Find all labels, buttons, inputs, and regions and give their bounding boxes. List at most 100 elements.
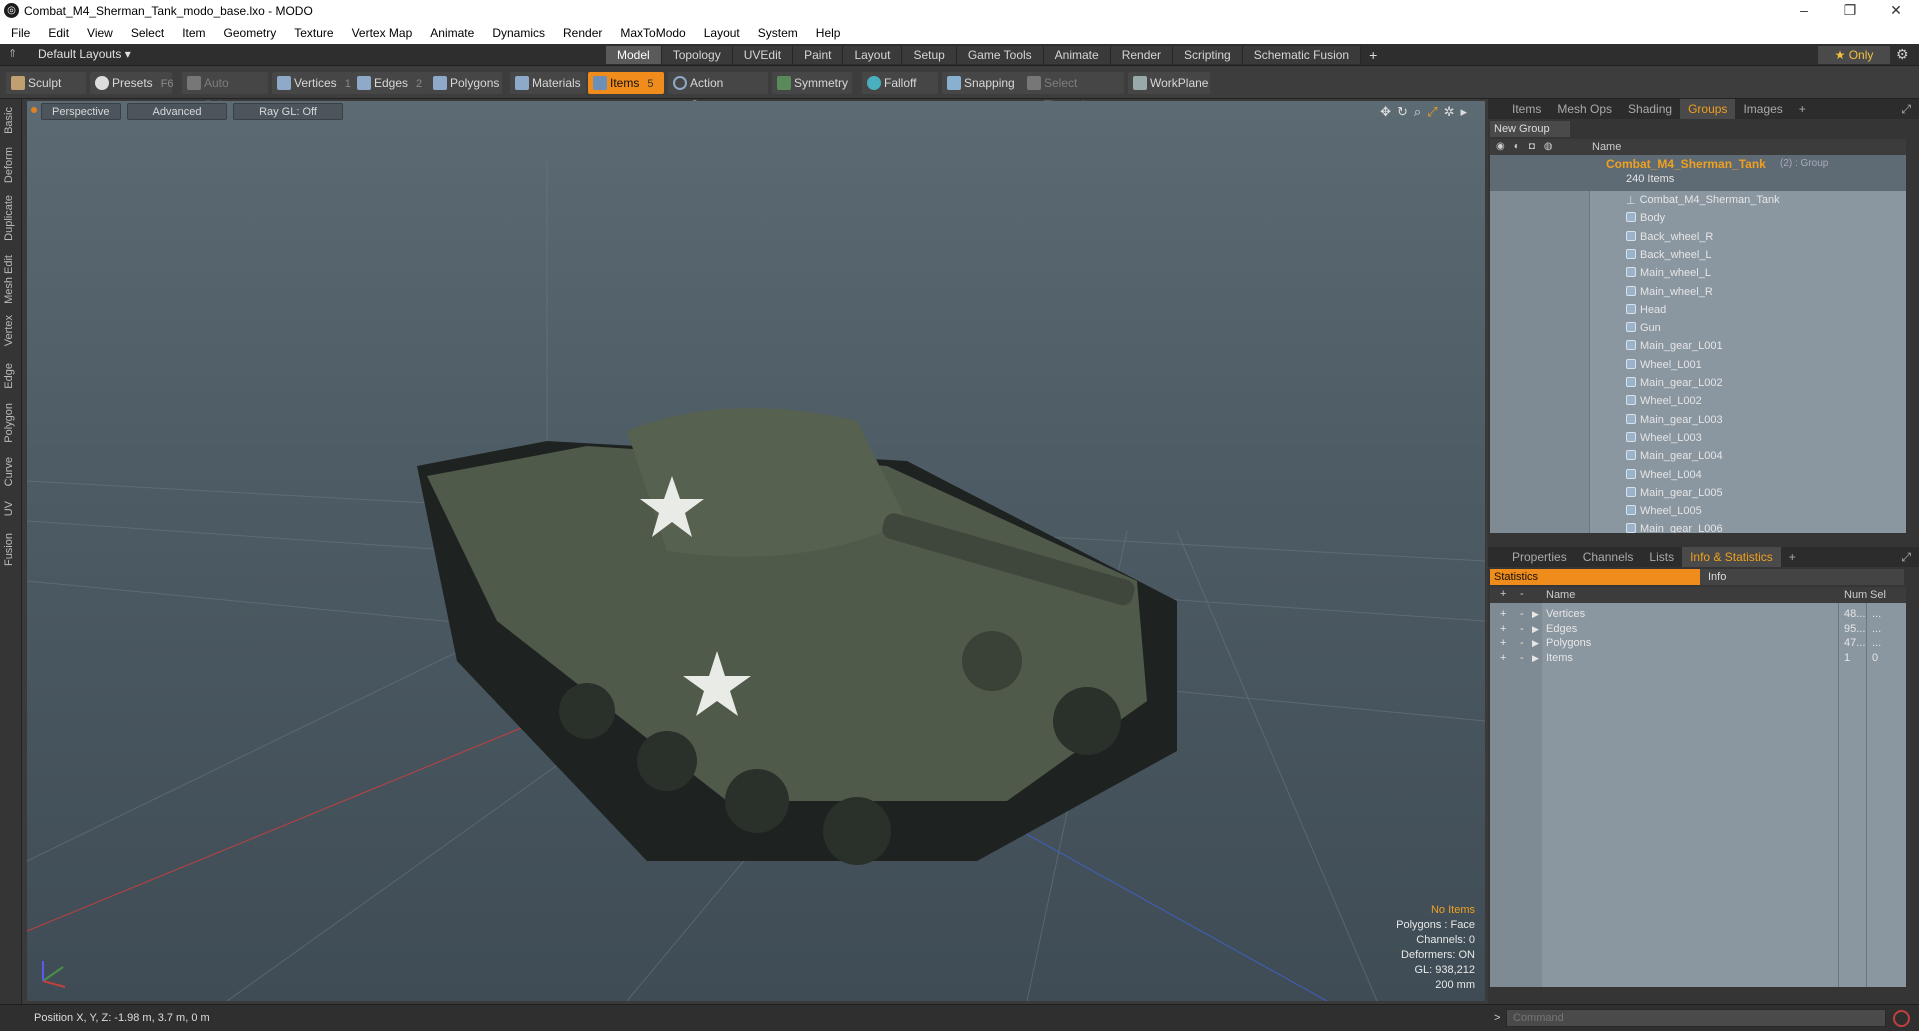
add-props-tab-button[interactable]: + (1781, 547, 1804, 567)
lock-icon[interactable]: ◘ (1529, 141, 1535, 152)
polygons-button[interactable]: Polygons (428, 72, 502, 94)
menu-system[interactable]: System (749, 22, 807, 44)
tab-properties[interactable]: Properties (1504, 547, 1575, 567)
select-through-button[interactable]: Select Through (1022, 72, 1124, 112)
info-subtab[interactable]: Info (1700, 569, 1904, 585)
menu-maxtomodo[interactable]: MaxToModo (611, 22, 694, 44)
vtab-deform[interactable]: Deform (3, 147, 15, 183)
vtab-mesh-edit[interactable]: Mesh Edit (3, 255, 15, 304)
new-group-button[interactable]: New Group (1490, 121, 1570, 137)
vtab-fusion[interactable]: Fusion (3, 533, 15, 566)
tank-model[interactable] (417, 408, 1177, 865)
menu-edit[interactable]: Edit (39, 22, 78, 44)
record-icon[interactable] (1893, 1010, 1910, 1027)
vertices-button[interactable]: Vertices 1 (272, 72, 352, 94)
vtab-uv[interactable]: UV (3, 501, 15, 516)
menu-file[interactable]: File (2, 22, 39, 44)
tab-animate[interactable]: Animate (1043, 46, 1111, 64)
vtab-vertex[interactable]: Vertex (3, 315, 15, 346)
list-item[interactable]: Main_gear_L001 (1626, 337, 1723, 355)
list-item[interactable]: Wheel_L004 (1626, 466, 1702, 484)
sculpt-button[interactable]: Sculpt (6, 72, 86, 94)
table-row[interactable] (1490, 319, 1906, 337)
workplane-button[interactable]: WorkPlane (1128, 72, 1210, 94)
list-item[interactable]: Main_gear_L005 (1626, 484, 1723, 502)
tab-topology[interactable]: Topology (661, 46, 733, 64)
tab-game-tools[interactable]: Game Tools (956, 46, 1044, 64)
auto-select-button[interactable]: Auto Select (182, 72, 268, 112)
tab-layout[interactable]: Layout (843, 46, 903, 64)
list-item[interactable]: Main_gear_L006 (1626, 520, 1723, 533)
list-item[interactable]: Main_gear_L004 (1626, 447, 1723, 465)
triangle-right-icon[interactable]: ▶ (1532, 649, 1539, 667)
menu-item[interactable]: Item (173, 22, 214, 44)
tab-shading[interactable]: Shading (1620, 99, 1680, 119)
tab-paint[interactable]: Paint (793, 46, 844, 64)
tab-images[interactable]: Images (1735, 99, 1790, 119)
layout-arrow-icon[interactable]: ⇑ (8, 47, 20, 60)
select-icon[interactable]: ◍ (1544, 141, 1553, 152)
tab-channels[interactable]: Channels (1575, 547, 1642, 567)
list-item[interactable]: ⊥ Combat_M4_Sherman_Tank (1626, 191, 1780, 209)
list-item[interactable]: Main_wheel_R (1626, 283, 1713, 301)
menu-geometry[interactable]: Geometry (215, 22, 286, 44)
tab-scripting[interactable]: Scripting (1173, 46, 1243, 64)
falloff-button[interactable]: Falloff (862, 72, 938, 94)
vtab-polygon[interactable]: Polygon (3, 403, 15, 443)
list-item[interactable]: Head (1626, 301, 1666, 319)
collapse-all-icon[interactable]: - (1520, 588, 1524, 600)
list-item[interactable]: Body (1626, 209, 1665, 227)
table-row[interactable] (1490, 209, 1906, 227)
3d-viewport[interactable]: Perspective Advanced Ray GL: Off ✥ ↻ ⌕ ⤢… (27, 101, 1485, 1001)
command-input[interactable] (1506, 1009, 1886, 1027)
vtab-duplicate[interactable]: Duplicate (3, 195, 15, 241)
tab-schematic-fusion[interactable]: Schematic Fusion (1242, 46, 1362, 64)
tab-info-statistics[interactable]: Info & Statistics (1682, 547, 1781, 567)
tab-render[interactable]: Render (1110, 46, 1174, 64)
layout-selector[interactable]: Default Layouts ▾ (38, 47, 131, 61)
vtab-basic[interactable]: Basic (3, 107, 15, 134)
tab-setup[interactable]: Setup (902, 46, 957, 64)
add-panel-tab-button[interactable]: + (1791, 99, 1814, 119)
symmetry-button[interactable]: Symmetry (772, 72, 852, 94)
expand-all-icon[interactable]: + (1500, 588, 1506, 600)
edges-button[interactable]: Edges 2 (352, 72, 428, 94)
menu-layout[interactable]: Layout (695, 22, 749, 44)
list-item[interactable]: Back_wheel_L (1626, 246, 1712, 264)
expand-props-icon[interactable]: ⤢ (1901, 550, 1911, 565)
materials-button[interactable]: Materials (510, 72, 586, 94)
list-item[interactable]: Wheel_L002 (1626, 392, 1702, 410)
tab-lists[interactable]: Lists (1641, 547, 1682, 567)
only-toggle[interactable]: ★ Only (1818, 46, 1890, 64)
menu-vertex-map[interactable]: Vertex Map (343, 22, 422, 44)
table-row[interactable] (1490, 301, 1906, 319)
snapping-button[interactable]: Snapping (942, 72, 1026, 94)
items-button[interactable]: Items 5 (588, 72, 664, 94)
presets-button[interactable]: Presets F6 (90, 72, 174, 94)
vtab-edge[interactable]: Edge (3, 363, 15, 389)
tab-mesh-ops[interactable]: Mesh Ops (1549, 99, 1620, 119)
eye-icon[interactable]: ◉ (1496, 141, 1505, 152)
stats-row[interactable]: + - ▶ Items 1 0 (1490, 649, 1905, 667)
expand-panel-icon[interactable]: ⤢ (1901, 102, 1911, 117)
tab-groups[interactable]: Groups (1680, 99, 1736, 119)
expand-icon[interactable]: + (1500, 649, 1506, 667)
list-item[interactable]: Wheel_L003 (1626, 429, 1702, 447)
vtab-curve[interactable]: Curve (3, 457, 15, 486)
menu-render[interactable]: Render (554, 22, 611, 44)
render-icon[interactable]: ◐ (1514, 141, 1520, 152)
list-item[interactable]: Main_gear_L003 (1626, 411, 1723, 429)
list-item[interactable]: Main_wheel_L (1626, 264, 1711, 282)
list-item[interactable]: Back_wheel_R (1626, 228, 1713, 246)
menu-texture[interactable]: Texture (285, 22, 342, 44)
tab-items[interactable]: Items (1504, 99, 1549, 119)
minimize-button[interactable]: – (1781, 0, 1827, 22)
menu-select[interactable]: Select (122, 22, 173, 44)
collapse-icon[interactable]: - (1520, 649, 1524, 667)
list-item[interactable]: Main_gear_L002 (1626, 374, 1723, 392)
gear-icon[interactable]: ⚙ (1896, 46, 1909, 63)
list-item[interactable]: Wheel_L001 (1626, 356, 1702, 374)
menu-view[interactable]: View (78, 22, 122, 44)
menu-animate[interactable]: Animate (421, 22, 483, 44)
tab-model[interactable]: Model (606, 46, 662, 64)
